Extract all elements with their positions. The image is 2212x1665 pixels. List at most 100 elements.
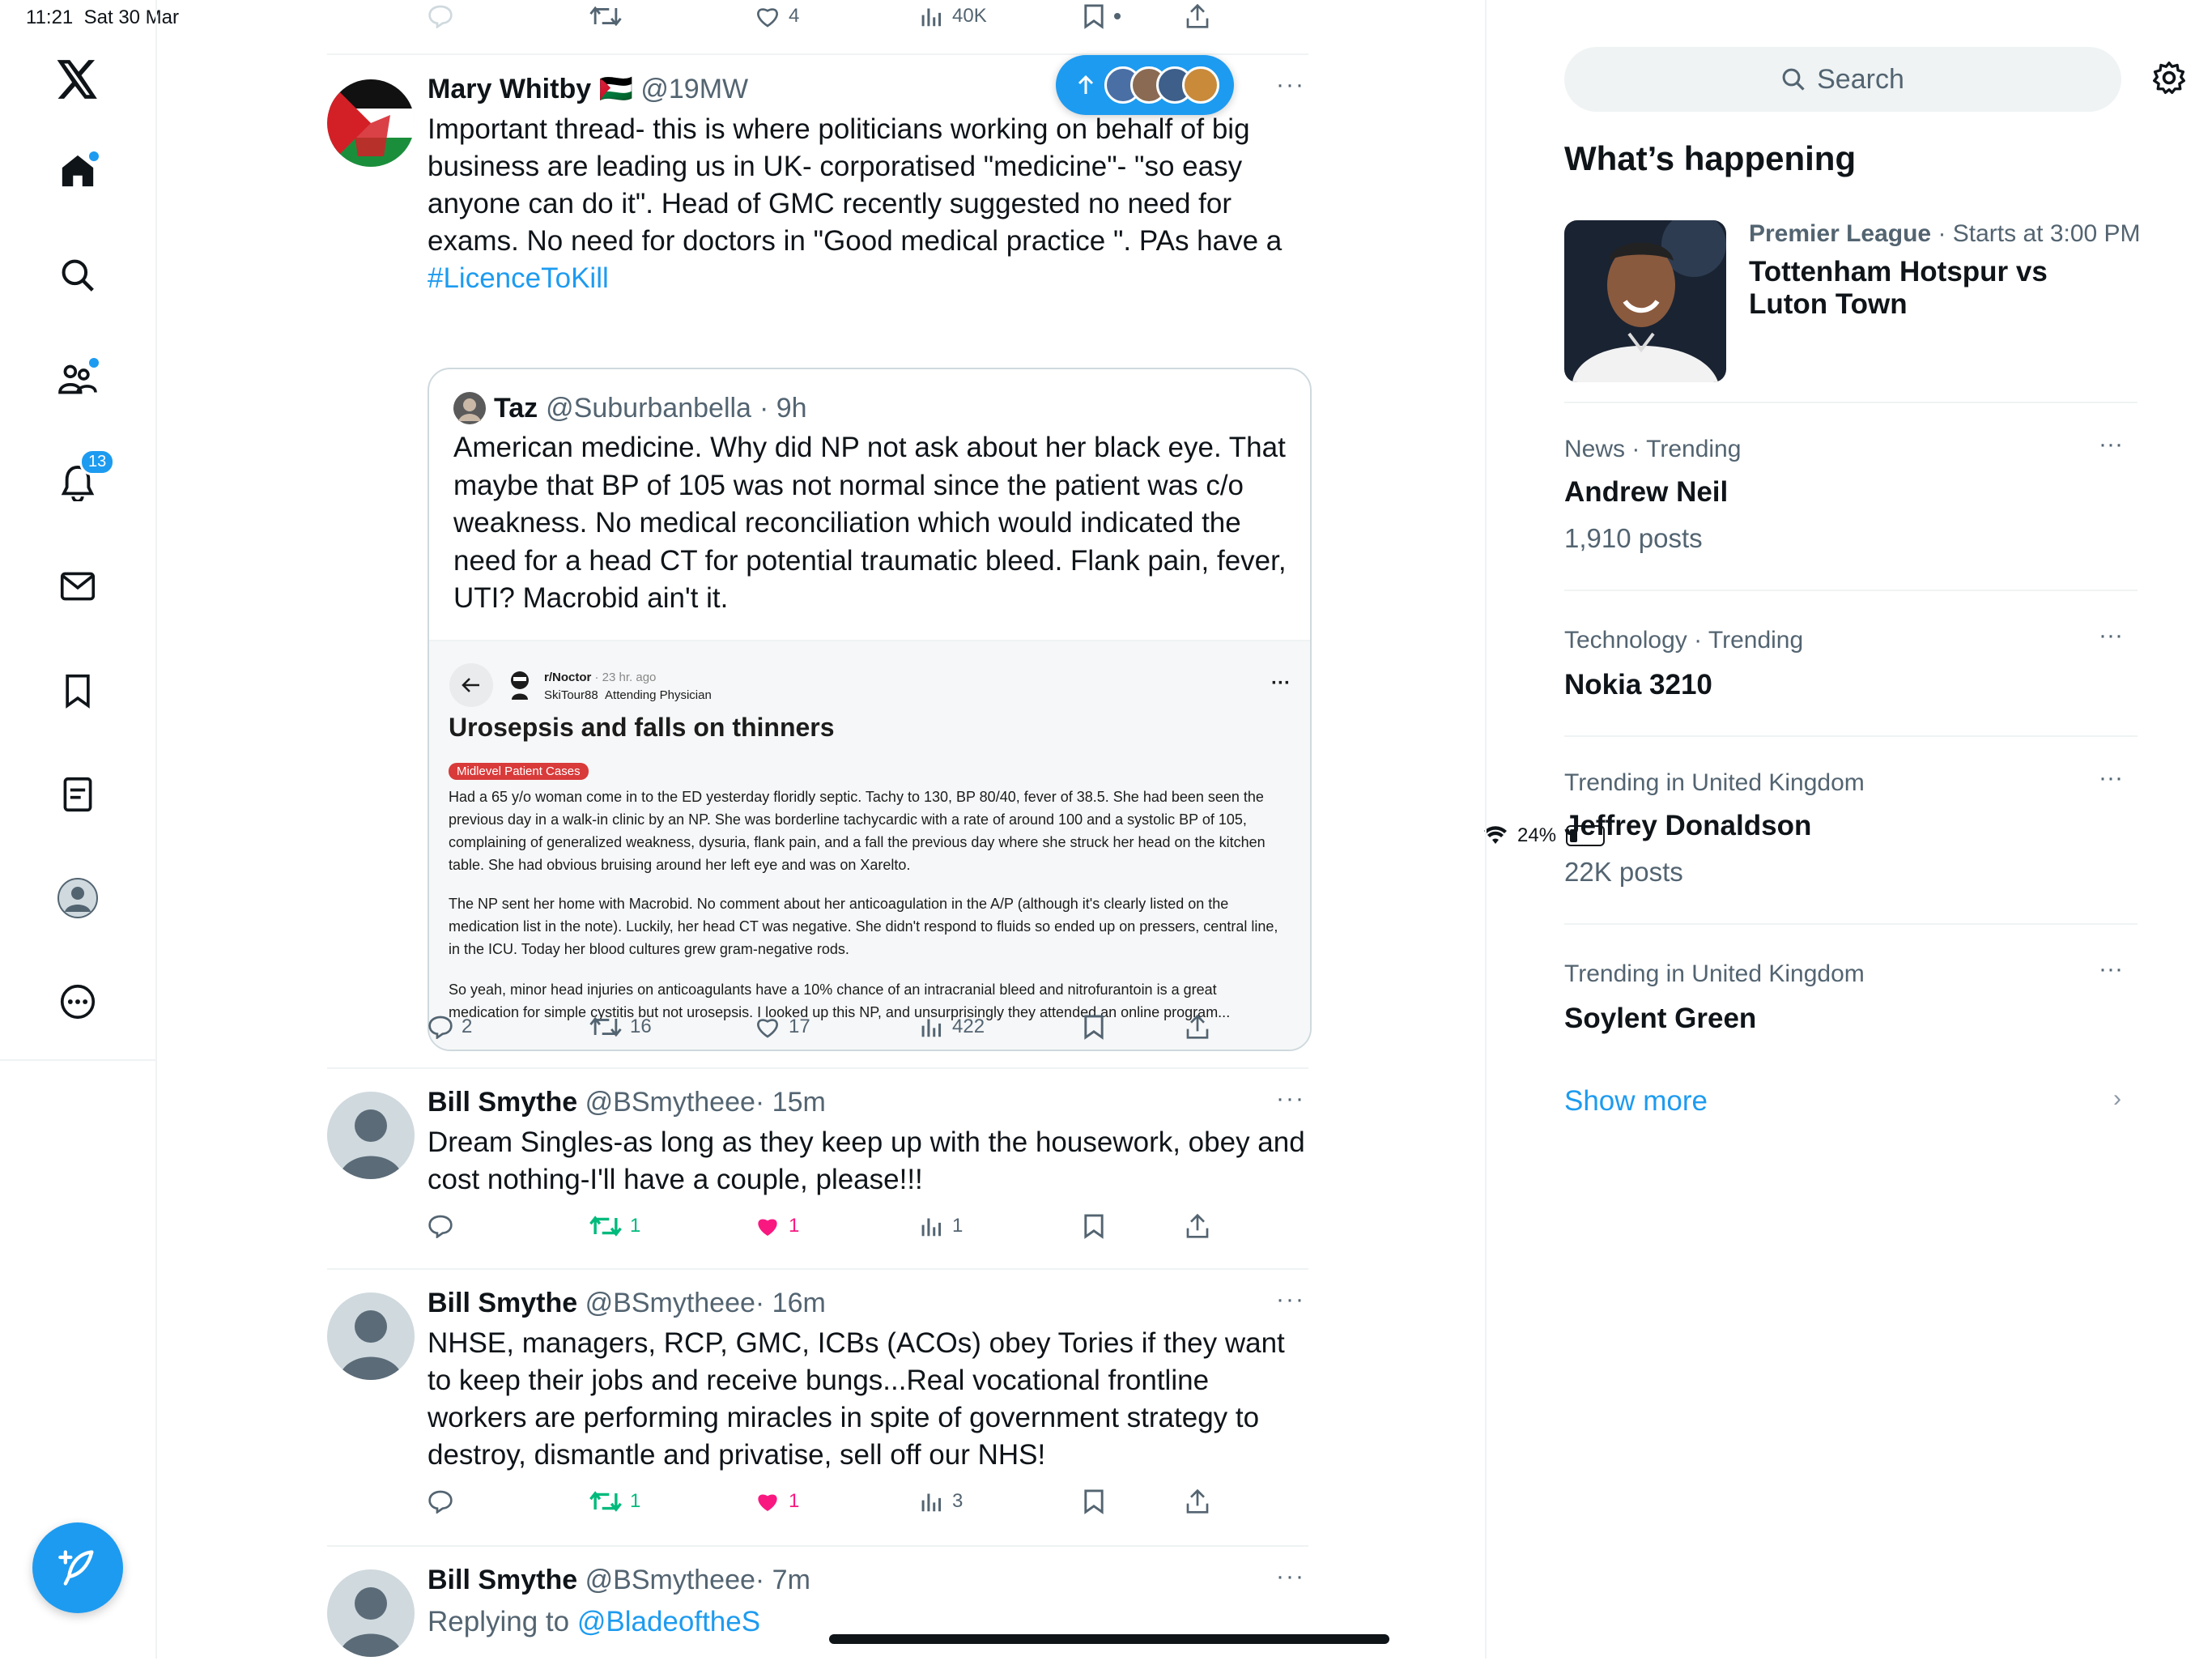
nav-divider — [155, 0, 157, 1659]
nav-notifications[interactable]: 13 — [53, 449, 116, 507]
trend-title[interactable]: Andrew Neil — [1564, 476, 1728, 509]
quote-author-handle[interactable]: @Suburbanbella — [546, 393, 751, 424]
quote-image-reddit-post[interactable]: r/Noctor · 23 hr. ago SkiTour88 Attendin… — [429, 640, 1310, 1050]
nav-home[interactable] — [53, 147, 102, 195]
views-button[interactable]: 40K — [920, 0, 987, 32]
like-count: 17 — [789, 1016, 810, 1037]
nav-more[interactable] — [53, 977, 102, 1026]
more-options-icon[interactable]: ··· — [1276, 1085, 1308, 1113]
reply-button[interactable] — [428, 1210, 453, 1242]
reply-button[interactable] — [428, 0, 453, 32]
views-button[interactable]: 422 — [920, 1011, 985, 1043]
share-button[interactable] — [1185, 1485, 1210, 1518]
nav-lists[interactable] — [53, 770, 102, 819]
retweet-button[interactable]: 1 — [589, 1485, 640, 1518]
avatar[interactable] — [327, 79, 415, 167]
avatar[interactable] — [327, 1292, 415, 1380]
show-more-link[interactable]: Show more — [1564, 1085, 1708, 1118]
tweet-time: · 16m — [755, 1288, 826, 1318]
share-button[interactable] — [1185, 1210, 1210, 1242]
tweet-mary-whitby[interactable]: Mary Whitby 🇵🇸 @19MW ··· Important threa… — [327, 53, 1312, 1069]
author-handle[interactable]: @BSmytheee — [585, 1087, 755, 1118]
tweet-bill-smythe-2[interactable]: Bill Smythe @BSmytheee· 16m ··· NHSE, ma… — [327, 1270, 1308, 1545]
quote-time: · 9h — [759, 392, 807, 424]
views-button[interactable]: 3 — [920, 1485, 963, 1518]
reply-count: 2 — [462, 1016, 473, 1037]
nav-messages[interactable] — [53, 562, 102, 611]
author-handle[interactable]: @BSmytheee — [585, 1565, 755, 1595]
bookmark-icon — [1084, 1015, 1104, 1040]
reply-button[interactable]: 2 — [428, 1011, 472, 1043]
hashtag-link[interactable]: #LicenceToKill — [428, 262, 609, 294]
bookmark-button[interactable] — [1082, 0, 1121, 32]
share-button[interactable] — [1185, 0, 1210, 32]
avatar[interactable] — [327, 1569, 415, 1657]
settings-button[interactable] — [2151, 60, 2187, 96]
more-options-icon[interactable]: ··· — [1276, 1286, 1308, 1314]
author-handle[interactable]: @19MW — [640, 74, 748, 104]
trend-title[interactable]: Jeffrey Donaldson — [1564, 810, 1811, 842]
tweet-actions: 1 1 3 — [428, 1485, 1318, 1518]
nav-explore[interactable] — [53, 251, 102, 300]
share-icon — [1186, 1213, 1209, 1238]
views-count: 1 — [952, 1215, 963, 1237]
more-options-icon[interactable]: ··· — [1276, 71, 1308, 99]
retweet-button[interactable] — [589, 0, 622, 32]
reddit-flair-tag: Midlevel Patient Cases — [449, 763, 589, 780]
quote-avatar — [453, 392, 486, 424]
trend-event[interactable]: Premier League · Starts at 3:00 PM Totte… — [1564, 220, 2141, 382]
views-count: 3 — [952, 1490, 963, 1512]
avatar[interactable] — [327, 1092, 415, 1179]
communities-unread-dot — [89, 358, 99, 368]
trend-divider — [1564, 735, 2138, 737]
quote-author-name[interactable]: Taz — [494, 393, 538, 424]
chevron-right-icon: › — [2113, 1085, 2121, 1112]
x-logo-icon[interactable] — [53, 55, 102, 104]
tweet-bill-smythe-1[interactable]: Bill Smythe @BSmytheee· 15m ··· Dream Si… — [327, 1069, 1308, 1270]
reply-button[interactable] — [428, 1485, 453, 1518]
trend-title[interactable]: Nokia 3210 — [1564, 669, 1712, 701]
bookmark-button[interactable] — [1082, 1485, 1106, 1518]
bookmark-button[interactable] — [1082, 1210, 1106, 1242]
nav-profile[interactable] — [53, 874, 102, 922]
replying-to-handle[interactable]: @BladeoftheS — [577, 1606, 760, 1637]
more-circle-icon — [60, 984, 96, 1020]
search-bar[interactable]: Search — [1564, 47, 2121, 112]
author-name[interactable]: Bill Smythe — [428, 1288, 577, 1318]
like-button[interactable]: 1 — [755, 1485, 799, 1518]
tweet-header: Bill Smythe @BSmytheee· 16m — [428, 1288, 826, 1319]
nav-bookmarks[interactable] — [53, 666, 102, 715]
author-handle[interactable]: @BSmytheee — [585, 1288, 755, 1318]
share-button[interactable] — [1185, 1011, 1210, 1043]
reply-icon — [428, 1215, 453, 1238]
new-posts-pill[interactable] — [1056, 55, 1234, 115]
like-button[interactable]: 17 — [755, 1011, 810, 1043]
views-button[interactable]: 1 — [920, 1210, 963, 1242]
bookmark-button[interactable] — [1082, 1011, 1106, 1043]
compose-button[interactable] — [32, 1522, 123, 1613]
retweet-button[interactable]: 16 — [589, 1011, 652, 1043]
like-button[interactable]: 1 — [755, 1210, 799, 1242]
more-options-icon[interactable]: ··· — [1276, 1563, 1308, 1590]
retweet-icon — [589, 1491, 622, 1512]
trend-title[interactable]: Soylent Green — [1564, 1003, 1756, 1035]
nav-communities[interactable] — [53, 355, 102, 403]
more-options-icon[interactable]: ··· — [2099, 764, 2123, 792]
retweet-count: 1 — [630, 1215, 641, 1237]
trend-meta: Trending in United Kingdom — [1564, 960, 1865, 987]
more-options-icon[interactable]: ··· — [2099, 431, 2123, 458]
reddit-more-icon: ··· — [1271, 672, 1291, 694]
home-indicator[interactable] — [829, 1634, 1389, 1644]
author-name[interactable]: Bill Smythe — [428, 1087, 577, 1118]
more-options-icon[interactable]: ··· — [2099, 956, 2123, 983]
more-options-icon[interactable]: ··· — [2099, 622, 2123, 649]
profile-avatar-icon — [57, 878, 98, 918]
reddit-paragraph-1: Had a 65 y/o woman come in to the ED yes… — [449, 789, 1266, 873]
bookmark-icon — [66, 674, 90, 709]
author-name[interactable]: Mary Whitby 🇵🇸 — [428, 74, 633, 104]
views-count: 422 — [952, 1016, 985, 1037]
retweet-button[interactable]: 1 — [589, 1210, 640, 1242]
author-name[interactable]: Bill Smythe — [428, 1565, 577, 1595]
quoted-tweet[interactable]: Taz @Suburbanbella · 9h American medicine… — [428, 368, 1312, 1051]
like-button[interactable]: 4 — [755, 0, 799, 32]
